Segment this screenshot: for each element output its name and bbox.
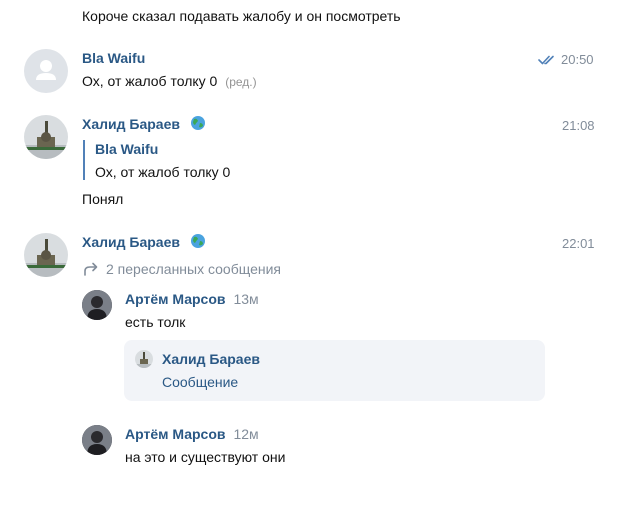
message-time[interactable]: 20:50 bbox=[561, 51, 594, 69]
message-time[interactable]: 12м bbox=[233, 425, 258, 443]
author-name[interactable]: Халид Бараев bbox=[82, 234, 180, 250]
person-photo-icon bbox=[82, 290, 112, 320]
message-text: есть толк bbox=[125, 314, 186, 330]
author-name[interactable]: Артём Марсов bbox=[125, 290, 225, 308]
reply-text[interactable]: Ох, от жалоб толку 0 bbox=[95, 163, 230, 181]
card-text[interactable]: Сообщение bbox=[162, 373, 238, 391]
message-text: Ох, от жалоб толку 0 bbox=[82, 73, 218, 89]
read-checkmarks-icon bbox=[538, 55, 554, 65]
forwarded-message-card[interactable]: Халид Бараев Сообщение bbox=[124, 340, 545, 401]
fwd-header: Артём Марсов 12м bbox=[125, 425, 259, 443]
fwd-header: Артём Марсов 13м bbox=[125, 290, 259, 308]
person-photo-icon bbox=[82, 425, 112, 455]
globe-emoji-icon bbox=[190, 234, 205, 248]
message-time[interactable]: 13м bbox=[233, 290, 258, 308]
message-time-group: 20:50 bbox=[538, 51, 594, 69]
author-name-group: Халид Бараев bbox=[82, 115, 206, 133]
avatar[interactable] bbox=[24, 233, 68, 277]
edited-label[interactable]: (ред.) bbox=[225, 75, 256, 89]
user-placeholder-icon bbox=[36, 60, 56, 80]
reply-author[interactable]: Bla Waifu bbox=[95, 140, 158, 158]
mosque-photo-icon bbox=[24, 115, 68, 159]
message-text: Короче сказал подавать жалобу и он посмо… bbox=[82, 8, 401, 24]
avatar[interactable] bbox=[24, 49, 68, 93]
avatar bbox=[135, 350, 153, 368]
message-time[interactable]: 21:08 bbox=[562, 117, 595, 135]
reply-bar bbox=[83, 140, 85, 180]
message-body: Ох, от жалоб толку 0 (ред.) bbox=[82, 72, 257, 91]
forwarded-header[interactable]: 2 пересланных сообщения bbox=[82, 260, 281, 278]
avatar[interactable] bbox=[82, 290, 112, 320]
forwarded-label: 2 пересланных сообщения bbox=[106, 261, 282, 277]
card-author[interactable]: Халид Бараев bbox=[162, 350, 260, 368]
author-name-group: Халид Бараев bbox=[82, 233, 206, 251]
globe-emoji-icon bbox=[190, 116, 205, 130]
forward-arrow-icon bbox=[84, 262, 98, 276]
author-name[interactable]: Bla Waifu bbox=[82, 49, 145, 67]
message-text: на это и существуют они bbox=[125, 449, 286, 465]
mosque-photo-icon bbox=[24, 233, 68, 277]
message-text: Понял bbox=[82, 191, 124, 207]
author-name[interactable]: Халид Бараев bbox=[82, 116, 180, 132]
mosque-photo-icon bbox=[135, 350, 153, 368]
message-time[interactable]: 22:01 bbox=[562, 235, 595, 253]
author-name[interactable]: Артём Марсов bbox=[125, 425, 225, 443]
avatar[interactable] bbox=[24, 115, 68, 159]
avatar[interactable] bbox=[82, 425, 112, 455]
